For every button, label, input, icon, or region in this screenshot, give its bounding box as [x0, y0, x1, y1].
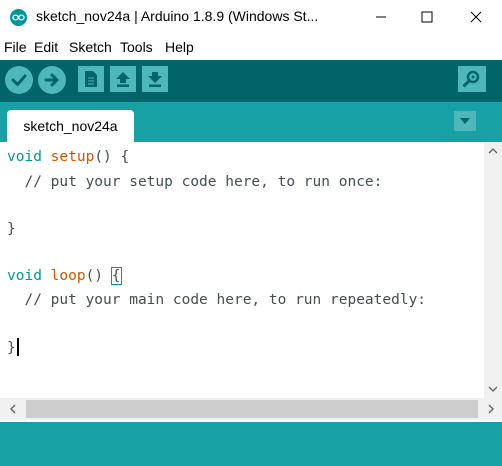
verify-button[interactable]: [5, 66, 33, 94]
code-line: }: [7, 221, 16, 237]
tab-sketch[interactable]: sketch_nov24a: [7, 110, 134, 142]
matched-brace: {: [110, 267, 122, 285]
vertical-scrollbar[interactable]: [484, 142, 502, 398]
minimize-icon: [376, 16, 386, 18]
function-name: loop: [50, 268, 86, 284]
menu-help[interactable]: Help: [165, 39, 194, 55]
tab-label: sketch_nov24a: [23, 118, 118, 134]
tab-menu-button[interactable]: [454, 111, 476, 131]
menu-tools[interactable]: Tools: [120, 39, 153, 55]
save-button[interactable]: [142, 66, 168, 92]
horizontal-scrollbar[interactable]: [0, 398, 502, 420]
status-bar: [0, 422, 502, 466]
arduino-logo-icon: [10, 9, 27, 26]
code-text: }: [7, 340, 16, 356]
minimize-button[interactable]: [358, 0, 404, 34]
code-text: (): [85, 268, 112, 284]
code-line: // put your main code here, to run repea…: [7, 292, 427, 308]
maximize-button[interactable]: [404, 0, 450, 34]
scroll-down-button[interactable]: [484, 380, 502, 398]
serial-monitor-icon: [463, 70, 480, 87]
scroll-thumb[interactable]: [26, 400, 478, 418]
save-icon: [148, 72, 162, 87]
toolbar: [0, 60, 502, 102]
code-editor[interactable]: void setup() { // put your setup code he…: [0, 142, 484, 398]
chevron-right-icon: [488, 404, 494, 414]
window-title: sketch_nov24a | Arduino 1.8.9 (Windows S…: [36, 8, 319, 24]
close-button[interactable]: [450, 0, 502, 34]
keyword: void: [7, 149, 42, 165]
chevron-down-icon: [488, 386, 498, 392]
menu-file[interactable]: File: [4, 39, 27, 55]
upload-button[interactable]: [38, 66, 66, 94]
chevron-down-icon: [460, 118, 470, 124]
scroll-right-button[interactable]: [482, 400, 500, 418]
close-icon: [470, 11, 482, 23]
code-line: void setup() {: [7, 147, 129, 167]
menu-bar: File Edit Sketch Tools Help: [0, 38, 502, 58]
menu-edit[interactable]: Edit: [34, 39, 58, 55]
code-text: () {: [94, 149, 130, 165]
text-cursor: [16, 338, 19, 356]
upload-icon: [44, 73, 59, 87]
scroll-left-button[interactable]: [4, 400, 22, 418]
new-icon: [85, 71, 97, 87]
code-line: }: [7, 338, 19, 358]
open-button[interactable]: [110, 66, 136, 92]
scroll-up-button[interactable]: [484, 142, 502, 160]
maximize-icon: [421, 11, 433, 23]
tab-strip: sketch_nov24a: [0, 102, 502, 142]
title-bar: sketch_nov24a | Arduino 1.8.9 (Windows S…: [0, 0, 502, 34]
chevron-up-icon: [488, 148, 498, 154]
verify-icon: [11, 74, 27, 86]
code-line: // put your setup code here, to run once…: [7, 174, 383, 190]
open-icon: [116, 72, 130, 87]
new-button[interactable]: [78, 66, 104, 92]
function-name: setup: [50, 149, 95, 165]
chevron-left-icon: [10, 404, 16, 414]
menu-sketch[interactable]: Sketch: [69, 39, 112, 55]
serial-monitor-button[interactable]: [458, 66, 486, 92]
code-line: void loop() {: [7, 266, 122, 286]
keyword: void: [7, 268, 42, 284]
